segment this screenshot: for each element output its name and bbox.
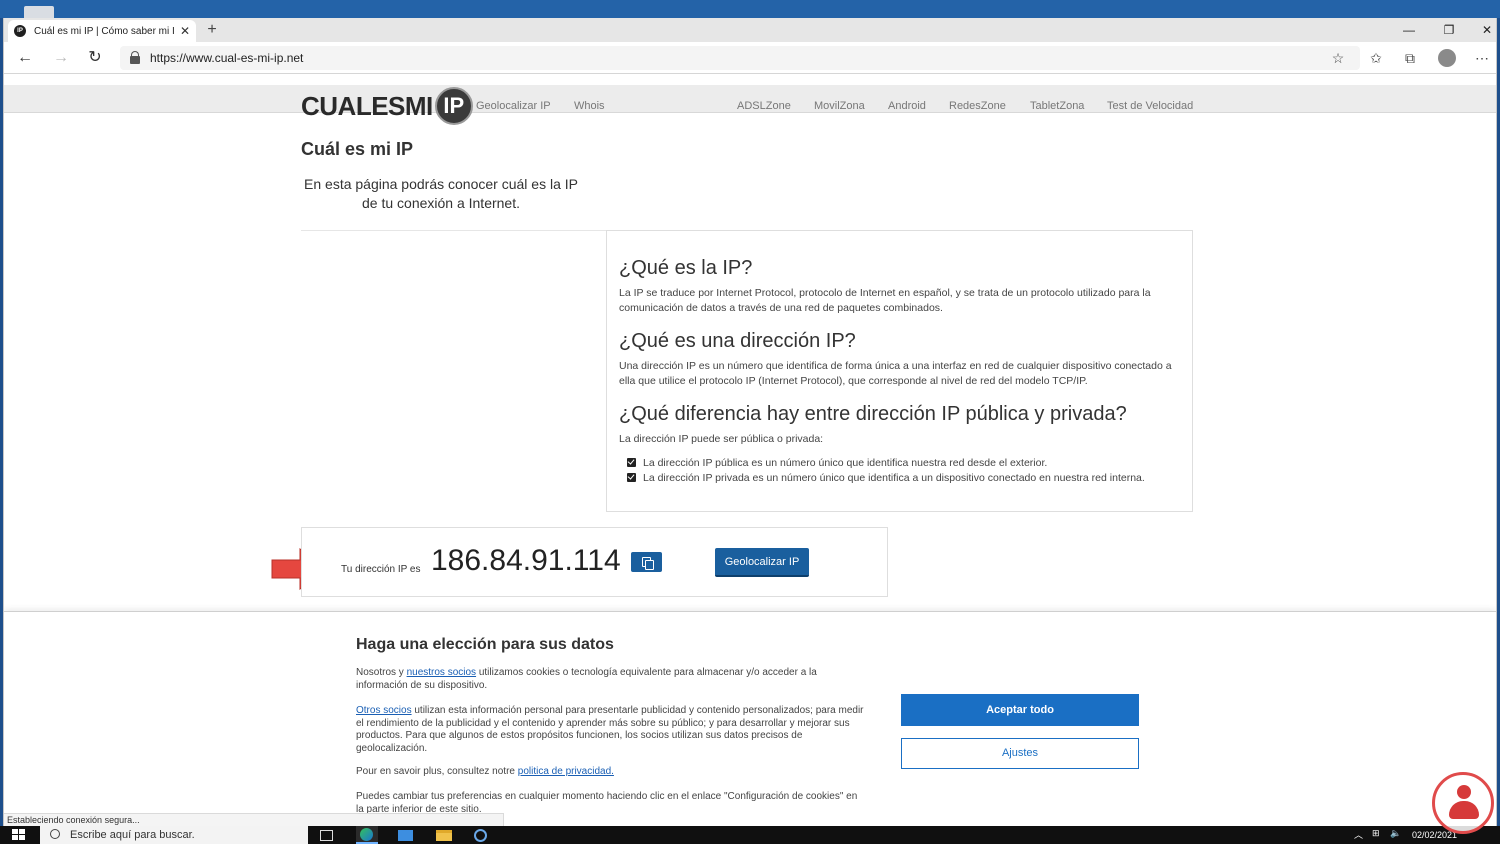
add-favorite-icon[interactable]: ☆ [1328, 48, 1348, 68]
list-item-text: La dirección IP pública es un número úni… [643, 456, 1048, 469]
page-title: Cuál es mi IP [301, 139, 414, 159]
windows-start-icon[interactable] [12, 829, 26, 841]
url-text: https://www.cual-es-mi-ip.net [150, 51, 304, 65]
maximize-icon[interactable]: ❐ [1434, 20, 1464, 40]
section-heading: ¿Qué diferencia hay entre dirección IP p… [619, 403, 1127, 425]
cookie-paragraph: Nosotros y nuestros socios utilizamos co… [356, 667, 866, 692]
page-content: CUALESMI IP Geolocalizar IP Whois ADSLZo… [4, 75, 1496, 826]
section-text: La IP se traduce por Internet Protocol, … [619, 287, 1151, 314]
nav-redeszone[interactable]: RedesZone [949, 100, 1006, 112]
list-item: La dirección IP privada es un número úni… [627, 470, 1180, 485]
section-text: Una dirección IP es un número que identi… [619, 360, 1172, 387]
logo-ip-circle: IP [434, 87, 473, 125]
watermark-badge [1432, 772, 1494, 834]
favorites-icon[interactable]: ✩ [1366, 48, 1386, 68]
tab-active[interactable]: IP Cuál es mi IP | Cómo saber mi IP ✕ [8, 20, 196, 42]
more-options-icon[interactable]: ⋯ [1472, 48, 1492, 68]
person-icon [1457, 785, 1471, 799]
url-input[interactable]: https://www.cual-es-mi-ip.net [120, 46, 1360, 70]
window-close-icon[interactable]: ✕ [1472, 20, 1496, 40]
cookie-text-fragment: Nosotros y [356, 667, 407, 678]
settings-button[interactable]: Ajustes [901, 738, 1139, 769]
taskbar-search-input[interactable]: Escribe aquí para buscar. [40, 826, 308, 844]
status-bar: Estableciendo conexión segura... [4, 813, 504, 826]
cookie-text-fragment: Pour en savoir plus, consultez notre [356, 766, 518, 777]
store-icon[interactable] [398, 830, 413, 841]
forward-icon[interactable]: → [50, 47, 72, 69]
network-icon[interactable]: ⊞ [1372, 828, 1380, 839]
list-item-text: La dirección IP privada es un número úni… [643, 471, 1145, 484]
cookie-text-fragment: utilizan esta información personal para … [356, 705, 864, 754]
cookie-paragraph: Otros socios utilizan esta información p… [356, 705, 866, 755]
new-tab-icon[interactable]: + [202, 20, 222, 40]
ip-address: 186.84.91.114 [431, 544, 621, 577]
divider [301, 230, 606, 231]
browser-window: IP Cuál es mi IP | Cómo saber mi IP ✕ + … [3, 18, 1497, 826]
person-body-icon [1449, 801, 1479, 819]
ip-label: Tu dirección IP es [341, 564, 421, 575]
volume-icon[interactable]: 🔈 [1390, 828, 1401, 839]
nav-movilzona[interactable]: MovilZona [814, 100, 865, 112]
taskbar: Escribe aquí para buscar. ︿ ⊞ 🔈 02/02/20… [0, 826, 1500, 844]
tab-title: Cuál es mi IP | Cómo saber mi IP [34, 25, 174, 37]
address-bar: ← → ↻ https://www.cual-es-mi-ip.net ☆ ✩ … [4, 42, 1496, 74]
ip-panel: Tu dirección IP es 186.84.91.114 Geoloca… [301, 527, 888, 597]
nav-geolocalizar[interactable]: Geolocalizar IP [476, 100, 551, 112]
copy-ip-button[interactable] [631, 552, 662, 572]
edge-taskbar-icon[interactable] [356, 826, 378, 844]
taskbar-search-placeholder: Escribe aquí para buscar. [70, 829, 195, 841]
tab-bar: IP Cuál es mi IP | Cómo saber mi IP ✕ + … [4, 18, 1496, 42]
nav-adslzone[interactable]: ADSLZone [737, 100, 791, 112]
task-view-icon[interactable] [320, 830, 333, 841]
intro-text: En esta página podrás conocer cuál es la… [304, 176, 578, 211]
desktop-background [0, 0, 1500, 18]
privacy-policy-link[interactable]: politica de privacidad. [518, 766, 614, 777]
section-heading: ¿Qué es una dirección IP? [619, 330, 856, 352]
refresh-icon[interactable]: ↻ [84, 47, 106, 69]
tray-chevron-icon[interactable]: ︿ [1354, 828, 1363, 841]
cookie-paragraph: Pour en savoir plus, consultez notre pol… [356, 766, 866, 779]
minimize-icon[interactable]: — [1394, 20, 1424, 40]
geolocalizar-button[interactable]: Geolocalizar IP [715, 548, 809, 577]
checkbox-icon [627, 473, 636, 482]
checkbox-icon [627, 458, 636, 467]
back-icon[interactable]: ← [14, 47, 36, 69]
other-partners-link[interactable]: Otros socios [356, 705, 412, 716]
nav-android[interactable]: Android [888, 100, 926, 112]
accept-all-button[interactable]: Aceptar todo [901, 694, 1139, 726]
section-text: La dirección IP puede ser pública o priv… [619, 433, 824, 445]
close-icon[interactable]: ✕ [180, 24, 190, 38]
edge-icon [360, 828, 373, 841]
settings-taskbar-icon[interactable] [474, 829, 487, 842]
site-logo[interactable]: CUALESMI IP [301, 87, 473, 125]
collections-icon[interactable]: ⧉ [1400, 48, 1420, 68]
nav-whois[interactable]: Whois [574, 100, 605, 112]
profile-avatar[interactable] [1438, 49, 1456, 67]
cookie-title: Haga una elección para sus datos [356, 636, 614, 653]
desktop-icon[interactable] [24, 6, 54, 18]
lock-icon[interactable] [130, 51, 140, 64]
file-explorer-icon[interactable] [436, 830, 452, 841]
nav-tabletzona[interactable]: TabletZona [1030, 100, 1084, 112]
logo-text: CUALESMI [301, 90, 433, 121]
list-item: La dirección IP pública es un número úni… [627, 455, 1180, 470]
info-panel: ¿Qué es la IP? La IP se traduce por Inte… [606, 230, 1193, 512]
cookie-consent-panel: Haga una elección para sus datos Nosotro… [4, 611, 1496, 826]
section-heading: ¿Qué es la IP? [619, 257, 753, 279]
nav-test-velocidad[interactable]: Test de Velocidad [1107, 100, 1193, 112]
search-icon [50, 829, 60, 839]
site-header: CUALESMI IP Geolocalizar IP Whois ADSLZo… [4, 85, 1496, 125]
partners-link[interactable]: nuestros socios [407, 667, 476, 678]
site-favicon-icon: IP [14, 25, 26, 37]
